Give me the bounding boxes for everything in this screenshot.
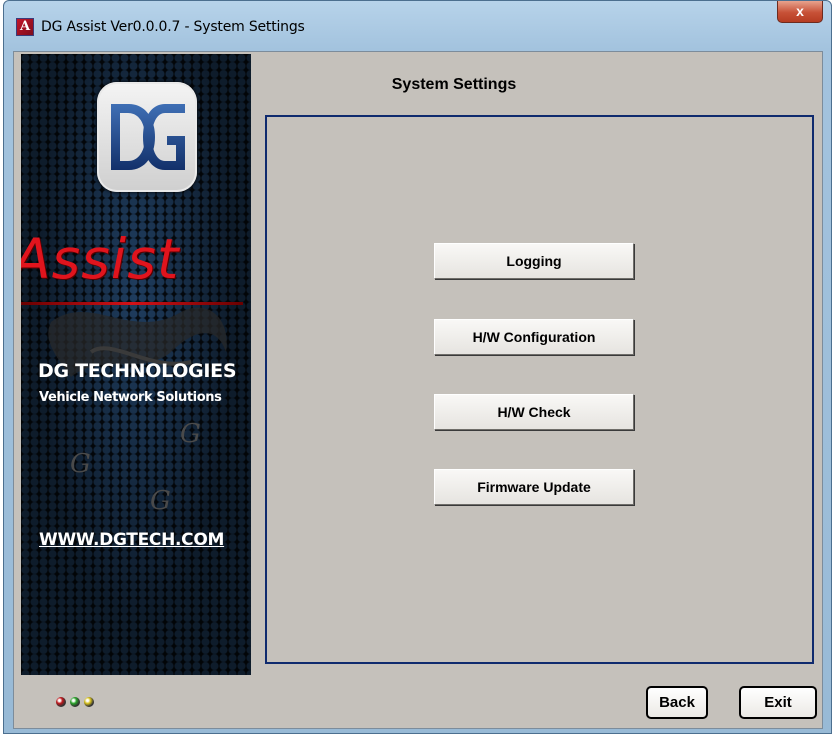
product-logo-text: Assist <box>21 227 180 291</box>
hw-configuration-button[interactable]: H/W Configuration <box>434 319 634 355</box>
svg-text:G: G <box>180 419 201 449</box>
logo-underline <box>21 302 243 305</box>
tribal-decoration <box>48 307 227 377</box>
window-title: DG Assist Ver0.0.0.7 - System Settings <box>41 19 305 35</box>
website-link[interactable]: WWW.DGTECH.COM <box>39 530 224 550</box>
client-area: G G G Assist DG TECHNOLOGIES Vehicle Net… <box>13 51 823 729</box>
dg-watermark-icon: G <box>70 449 91 479</box>
status-led-yellow <box>84 697 94 707</box>
dg-watermark-icon: G <box>180 419 201 449</box>
exit-button[interactable]: Exit <box>739 686 817 719</box>
page-title: System Settings <box>391 76 517 93</box>
status-led-green <box>70 697 80 707</box>
title-bar[interactable]: A DG Assist Ver0.0.0.7 - System Settings… <box>4 1 831 51</box>
settings-panel: Logging H/W Configuration H/W Check Firm… <box>265 115 814 664</box>
svg-text:G: G <box>150 486 171 516</box>
dg-logo-icon <box>111 104 185 170</box>
company-tagline: Vehicle Network Solutions <box>39 390 222 405</box>
hw-check-button[interactable]: H/W Check <box>434 394 634 430</box>
dg-logo <box>97 82 197 192</box>
firmware-update-button[interactable]: Firmware Update <box>434 469 634 505</box>
dg-watermark-icon: G <box>150 486 171 516</box>
close-button[interactable]: x <box>777 1 823 23</box>
application-window: A DG Assist Ver0.0.0.7 - System Settings… <box>3 0 832 734</box>
status-led-red <box>56 697 66 707</box>
app-icon[interactable]: A <box>16 18 34 36</box>
company-name: DG TECHNOLOGIES <box>38 360 237 382</box>
logging-button[interactable]: Logging <box>434 243 634 279</box>
back-button[interactable]: Back <box>646 686 708 719</box>
svg-text:G: G <box>70 449 91 479</box>
brand-banner: G G G Assist DG TECHNOLOGIES Vehicle Net… <box>21 54 251 675</box>
